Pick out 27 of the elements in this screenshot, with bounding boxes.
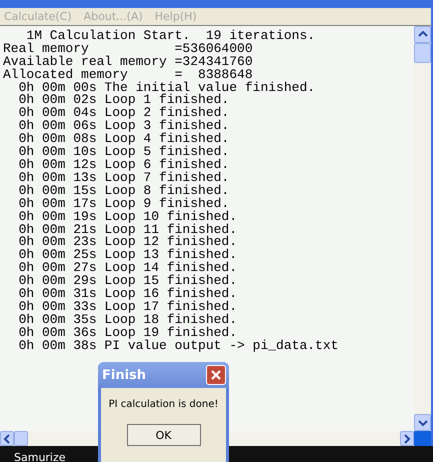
output-line: 0h 00m 04s Loop 2 finished.: [18, 107, 230, 120]
output-line: 0h 00m 38s PI value output -> pi_data.txt: [18, 340, 338, 353]
output-line: 0h 00m 25s Loop 13 finished.: [18, 249, 238, 262]
output-line: 0h 00m 10s Loop 5 finished.: [18, 146, 230, 160]
output-line: 0h 00m 36s Loop 19 finished.: [18, 326, 238, 340]
output-line: Available real memory =324341760: [3, 56, 253, 69]
output-line: 0h 00m 21s Loop 11 finished.: [18, 224, 238, 236]
dialog-title: Finish: [102, 368, 146, 382]
output-line: 0h 00m 17s Loop 9 finished.: [18, 198, 230, 211]
output-line: 0h 00m 06s Loop 3 finished.: [18, 120, 230, 134]
output-line: Real memory =536064000: [3, 42, 253, 56]
output-line: 1M Calculation Start. 19 iterations.: [26, 30, 316, 43]
output-line: 0h 00m 33s Loop 17 finished.: [18, 300, 238, 314]
output-line: 0h 00m 12s Loop 6 finished.: [18, 159, 230, 172]
output-line: 0h 00m 02s Loop 1 finished.: [18, 94, 230, 108]
output-line: 0h 00m 27s Loop 14 finished.: [18, 262, 238, 276]
output-line: 0h 00m 29s Loop 15 finished.: [18, 275, 238, 288]
output-line: 0h 00m 35s Loop 18 finished.: [18, 314, 238, 327]
dialog-message: PI calculation is done!: [108, 399, 218, 410]
output-line: 0h 00m 13s Loop 7 finished.: [18, 172, 230, 185]
output-line: Allocated memory = 8388648: [3, 68, 253, 82]
output-line: 0h 00m 19s Loop 10 finished.: [18, 210, 238, 224]
output-line: 0h 00m 08s Loop 4 finished.: [18, 133, 230, 146]
output-line: 0h 00m 23s Loop 12 finished.: [18, 236, 238, 250]
output-line: 0h 00m 00s The initial value finished.: [18, 82, 316, 94]
output-line: 0h 00m 15s Loop 8 finished.: [18, 184, 230, 198]
output-line: 0h 00m 31s Loop 16 finished.: [18, 288, 238, 301]
